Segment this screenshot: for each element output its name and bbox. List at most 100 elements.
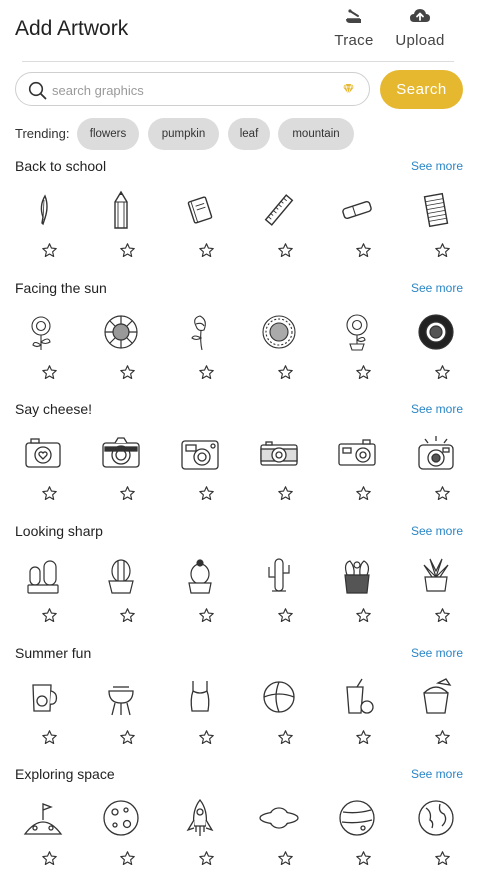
artwork-item[interactable]	[4, 673, 82, 763]
favorite-star-icon[interactable]	[41, 729, 58, 751]
favorite-star-icon[interactable]	[198, 364, 215, 386]
instant-camera-icon[interactable]	[180, 433, 220, 478]
favorite-star-icon[interactable]	[41, 850, 58, 872]
artwork-item[interactable]	[161, 673, 239, 763]
favorite-star-icon[interactable]	[355, 485, 372, 507]
artwork-item[interactable]	[4, 551, 82, 641]
search-input[interactable]	[50, 78, 334, 102]
flowering-cactus-icon[interactable]	[180, 555, 220, 600]
favorite-star-icon[interactable]	[277, 607, 294, 629]
artwork-item[interactable]	[82, 308, 160, 398]
rocket-icon[interactable]	[180, 798, 220, 843]
see-more-link[interactable]: See more	[411, 767, 463, 781]
artwork-item[interactable]	[82, 794, 160, 884]
artwork-item[interactable]	[161, 551, 239, 641]
see-more-link[interactable]: See more	[411, 524, 463, 538]
round-cactus-pot-icon[interactable]	[101, 555, 141, 600]
cactus-flowers-pot-icon[interactable]	[337, 555, 377, 600]
photo-camera-icon[interactable]	[101, 433, 141, 478]
artwork-item[interactable]	[82, 186, 160, 276]
favorite-star-icon[interactable]	[198, 242, 215, 264]
favorite-star-icon[interactable]	[198, 729, 215, 751]
artwork-item[interactable]	[4, 308, 82, 398]
artwork-item[interactable]	[161, 794, 239, 884]
favorite-star-icon[interactable]	[434, 607, 451, 629]
lined-paper-icon[interactable]	[416, 190, 456, 235]
sunflower-stem-icon[interactable]	[180, 312, 220, 357]
sun-daisy-icon[interactable]	[259, 312, 299, 357]
artwork-item[interactable]	[318, 673, 396, 763]
favorite-star-icon[interactable]	[434, 850, 451, 872]
notebook-icon[interactable]	[180, 190, 220, 235]
aloe-pot-icon[interactable]	[416, 555, 456, 600]
favorite-star-icon[interactable]	[119, 729, 136, 751]
favorite-star-icon[interactable]	[119, 850, 136, 872]
artwork-item[interactable]	[4, 429, 82, 519]
artwork-item[interactable]	[161, 429, 239, 519]
artwork-item[interactable]	[82, 551, 160, 641]
artwork-item[interactable]	[240, 551, 318, 641]
favorite-star-icon[interactable]	[434, 485, 451, 507]
sunflower-with-leaves-icon[interactable]	[23, 312, 63, 357]
favorite-star-icon[interactable]	[119, 607, 136, 629]
see-more-link[interactable]: See more	[411, 281, 463, 295]
black-sunflower-icon[interactable]	[416, 312, 456, 357]
see-more-link[interactable]: See more	[411, 646, 463, 660]
trace-button[interactable]: Trace	[322, 6, 386, 50]
artwork-item[interactable]	[4, 186, 82, 276]
heart-camera-icon[interactable]	[23, 433, 63, 478]
pencil-icon[interactable]	[101, 190, 141, 235]
earth-icon[interactable]	[416, 798, 456, 843]
artwork-item[interactable]	[240, 794, 318, 884]
retro-camera-icon[interactable]	[259, 433, 299, 478]
artwork-item[interactable]	[318, 429, 396, 519]
favorite-star-icon[interactable]	[198, 607, 215, 629]
artwork-item[interactable]	[397, 794, 475, 884]
favorite-star-icon[interactable]	[41, 364, 58, 386]
saturn-icon[interactable]	[259, 798, 299, 843]
moon-flag-icon[interactable]	[23, 798, 63, 843]
cactus-pair-icon[interactable]	[23, 555, 63, 600]
saguaro-cactus-icon[interactable]	[259, 555, 299, 600]
artwork-item[interactable]	[82, 673, 160, 763]
beach-ball-icon[interactable]	[259, 677, 299, 722]
planet-icon[interactable]	[337, 798, 377, 843]
artwork-item[interactable]	[4, 794, 82, 884]
favorite-star-icon[interactable]	[355, 850, 372, 872]
artwork-item[interactable]	[240, 308, 318, 398]
artwork-item[interactable]	[161, 186, 239, 276]
artwork-item[interactable]	[161, 308, 239, 398]
swimsuit-icon[interactable]	[180, 677, 220, 722]
favorite-star-icon[interactable]	[355, 729, 372, 751]
favorite-star-icon[interactable]	[277, 242, 294, 264]
favorite-star-icon[interactable]	[434, 729, 451, 751]
favorite-star-icon[interactable]	[277, 729, 294, 751]
artwork-item[interactable]	[397, 308, 475, 398]
sand-bucket-icon[interactable]	[416, 677, 456, 722]
eraser-icon[interactable]	[337, 190, 377, 235]
favorite-star-icon[interactable]	[198, 485, 215, 507]
favorite-star-icon[interactable]	[119, 485, 136, 507]
trending-chip-pumpkin[interactable]: pumpkin	[148, 118, 219, 150]
artwork-item[interactable]	[240, 673, 318, 763]
favorite-star-icon[interactable]	[198, 850, 215, 872]
favorite-star-icon[interactable]	[41, 242, 58, 264]
favorite-star-icon[interactable]	[434, 242, 451, 264]
flash-camera-icon[interactable]	[416, 433, 456, 478]
search-button[interactable]: Search	[380, 70, 463, 109]
artwork-item[interactable]	[240, 429, 318, 519]
favorite-star-icon[interactable]	[277, 364, 294, 386]
favorite-star-icon[interactable]	[355, 364, 372, 386]
trending-chip-mountain[interactable]: mountain	[278, 118, 354, 150]
see-more-link[interactable]: See more	[411, 402, 463, 416]
artwork-item[interactable]	[318, 551, 396, 641]
favorite-star-icon[interactable]	[277, 485, 294, 507]
artwork-item[interactable]	[397, 429, 475, 519]
grill-icon[interactable]	[101, 677, 141, 722]
favorite-star-icon[interactable]	[355, 607, 372, 629]
premium-gem-icon[interactable]	[342, 82, 355, 100]
favorite-star-icon[interactable]	[119, 242, 136, 264]
artwork-item[interactable]	[82, 429, 160, 519]
artwork-item[interactable]	[318, 794, 396, 884]
favorite-star-icon[interactable]	[41, 485, 58, 507]
